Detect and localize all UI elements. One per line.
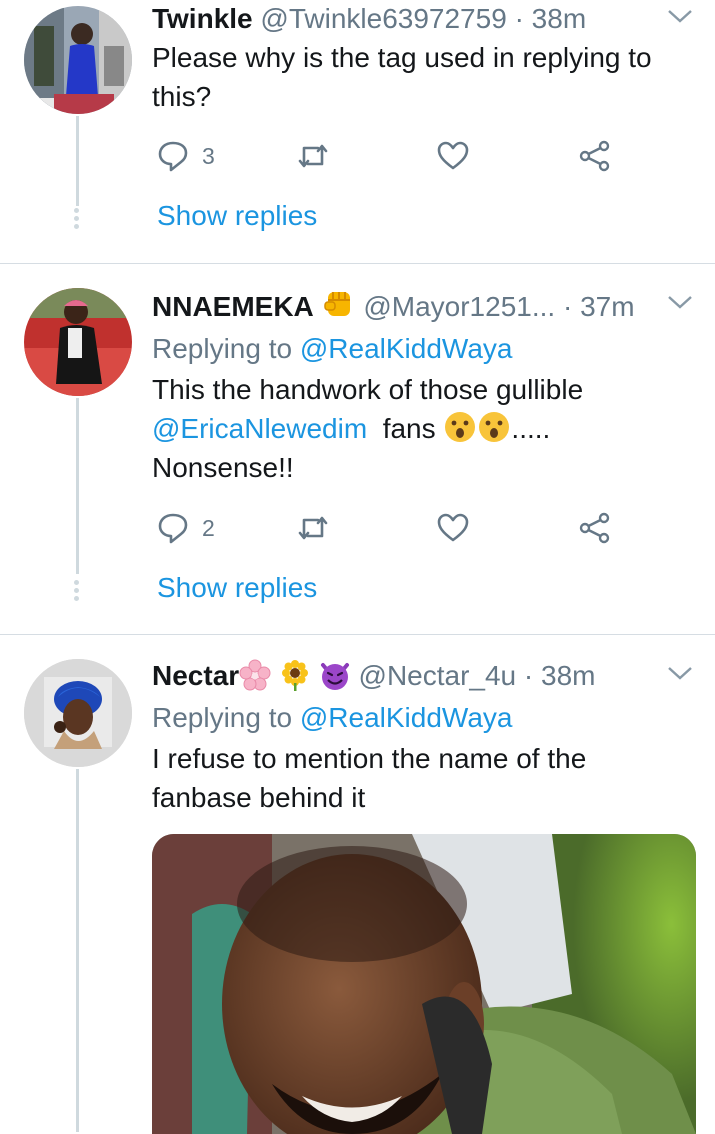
like-button[interactable]: [436, 508, 470, 548]
chevron-down-icon[interactable]: [667, 6, 693, 26]
cherry-blossom-emoji-icon: [239, 659, 271, 691]
reply-button[interactable]: 2: [156, 508, 215, 548]
like-icon: [437, 513, 469, 542]
chevron-down-icon[interactable]: [667, 663, 693, 683]
display-name[interactable]: NNAEMEKA: [152, 291, 314, 322]
avatar[interactable]: [24, 6, 132, 114]
replying-to: Replying to @RealKiddWaya: [152, 330, 695, 368]
retweet-button[interactable]: [296, 508, 330, 548]
thread-line: [76, 116, 79, 206]
replying-to-handle-link[interactable]: @RealKiddWaya: [300, 333, 513, 364]
tweet-actions: 3: [152, 136, 622, 176]
handle[interactable]: @Mayor1251...: [363, 291, 555, 322]
tweet-nnaemeka[interactable]: NNAEMEKA @Mayor1251... · 37m Replying to…: [0, 264, 715, 634]
chevron-down-icon[interactable]: [667, 292, 693, 312]
separator-dot: ·: [514, 3, 524, 34]
tweet-media-photo[interactable]: [152, 834, 696, 1134]
tweet-text: This the handwork of those gullible @Eri…: [152, 370, 695, 487]
tweet-text: I refuse to mention the name of the fanb…: [152, 743, 587, 813]
share-button[interactable]: [578, 136, 612, 176]
show-replies-link[interactable]: Show replies: [157, 572, 317, 604]
astonished-face-emoji-icon: [479, 412, 510, 442]
reply-button[interactable]: 3: [156, 136, 215, 176]
timestamp[interactable]: 38m: [541, 660, 595, 691]
sunflower-emoji-icon: [281, 660, 308, 691]
tweet-actions: 2: [152, 508, 622, 548]
avatar[interactable]: [24, 659, 132, 767]
replying-to: Replying to @RealKiddWaya: [152, 699, 695, 737]
tweet-text-line: Nonsense!!: [152, 452, 294, 483]
display-name[interactable]: Nectar: [152, 660, 239, 691]
like-button[interactable]: [436, 136, 470, 176]
separator-dot: ·: [523, 660, 534, 691]
retweet-icon: [298, 144, 328, 168]
retweet-button[interactable]: [296, 136, 330, 176]
share-icon: [579, 512, 610, 544]
tweet-header: Nectar @Nectar_4u · 38m: [152, 659, 695, 693]
thread-line: [76, 769, 79, 1132]
handle[interactable]: @Nectar_4u: [359, 660, 517, 691]
reply-icon: [158, 513, 188, 544]
share-button[interactable]: [578, 508, 612, 548]
replying-to-handle-link[interactable]: @RealKiddWaya: [300, 702, 513, 733]
replying-to-label: Replying to: [152, 702, 293, 733]
handle[interactable]: @Twinkle63972759: [260, 3, 506, 34]
timestamp[interactable]: 37m: [580, 291, 634, 322]
tweet-text-line: @EricaNlewedim fans .....: [152, 409, 695, 448]
tweet-header: NNAEMEKA @Mayor1251... · 37m: [152, 288, 695, 324]
tweet-header: Twinkle @Twinkle63972759 · 38m: [152, 2, 695, 36]
thread-line: [76, 398, 79, 574]
timestamp[interactable]: 38m: [532, 3, 586, 34]
reply-count: 2: [202, 514, 215, 541]
raised-fist-emoji-icon: [323, 292, 350, 316]
tweet-text-fragment: .....: [511, 413, 551, 444]
mention-link[interactable]: @EricaNlewedim: [152, 413, 367, 444]
like-icon: [437, 141, 469, 170]
thread-dots: [74, 580, 80, 604]
astonished-face-emoji-icon: [445, 412, 476, 442]
smiling-devil-emoji-icon: [320, 663, 349, 690]
tweet-text: Please why is the tag used in replying t…: [152, 42, 652, 112]
show-replies-link[interactable]: Show replies: [157, 200, 317, 232]
thread-dots: [74, 208, 80, 232]
tweet-twinkle[interactable]: Twinkle @Twinkle63972759 · 38m Please wh…: [0, 0, 715, 262]
tweet-text-fragment: fans: [382, 413, 436, 444]
tweet-text-line: This the handwork of those gullible: [152, 374, 584, 405]
separator-dot: ·: [562, 291, 573, 322]
display-name[interactable]: Twinkle: [152, 3, 253, 34]
reply-count: 3: [202, 142, 215, 169]
avatar[interactable]: [24, 288, 132, 396]
share-icon: [579, 140, 610, 172]
reply-icon: [158, 141, 188, 172]
replying-to-label: Replying to: [152, 333, 293, 364]
retweet-icon: [298, 516, 328, 540]
